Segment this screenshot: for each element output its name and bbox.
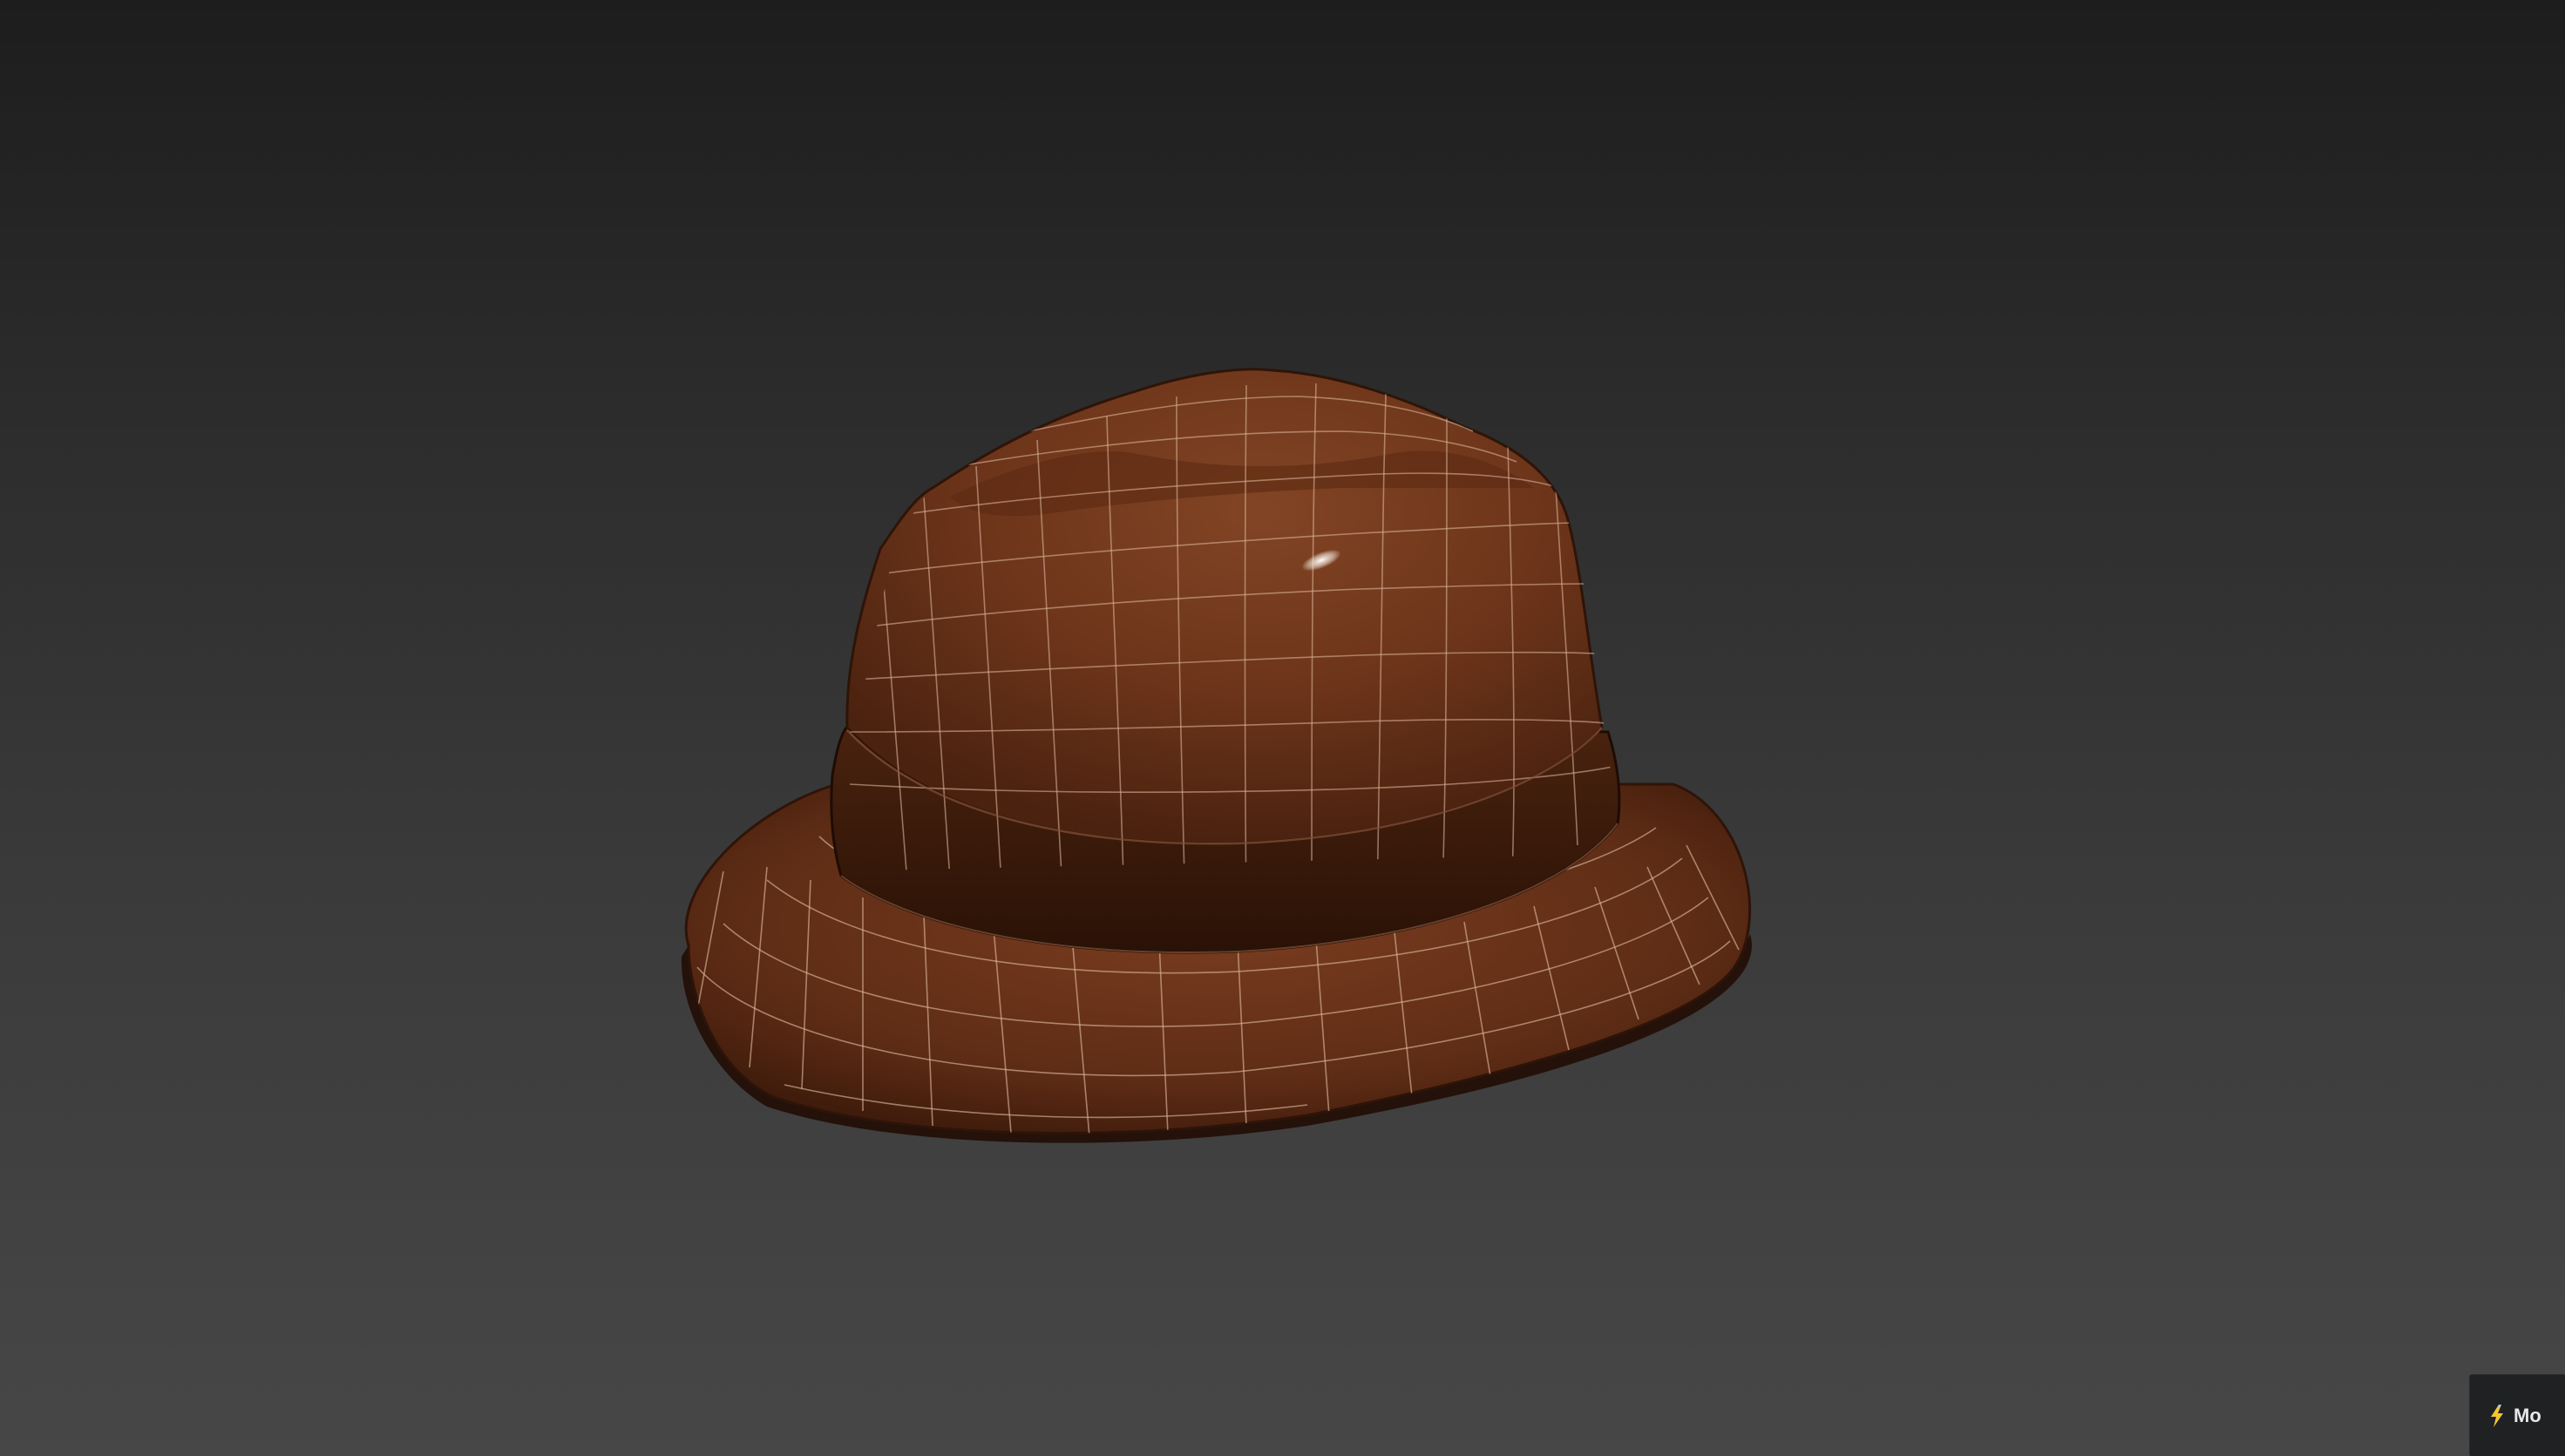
corner-status-widget[interactable]: Mo	[2470, 1375, 2565, 1456]
3d-viewport[interactable]: Mo	[0, 0, 2565, 1456]
hat-crown[interactable]	[845, 368, 1604, 845]
corner-widget-label: Mo	[2514, 1404, 2541, 1426]
viewport-scene[interactable]	[0, 0, 2565, 1456]
lightning-bolt-icon	[2491, 1404, 2503, 1427]
